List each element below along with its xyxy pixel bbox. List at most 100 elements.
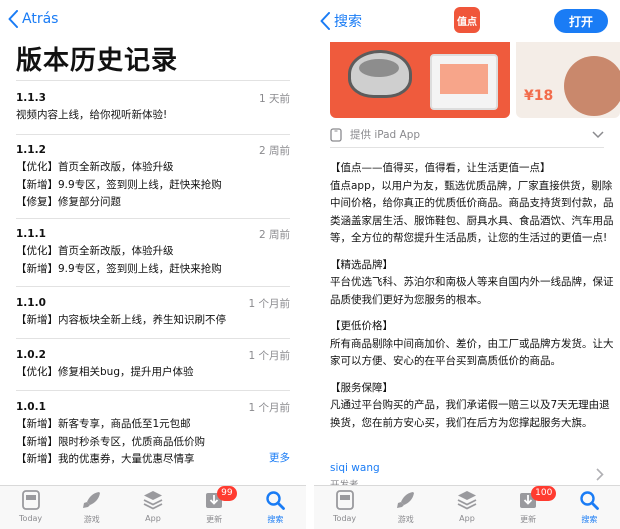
description-paragraph: 【精选品牌】 平台优选飞科、苏泊尔和南极人等来自国内外一线品牌，保证 品质使我们… [330,257,614,310]
version-note: 【优化】修复相关bug，提升用户体验 [16,366,194,378]
tab-label: 更新 [520,515,537,524]
developer-name: siqi wang [330,462,380,474]
description-line: 【值点——值得买，值得看，让生活更值一点】 [330,162,551,174]
description-line: 中间价格，给你真正的优质低价商品。商品支持货到付款，品 [330,197,614,209]
version-entry: 1.0.1 1 个月前 【新增】新客专享，商品低至1元包邮 【新增】限时秒杀专区，… [16,399,290,469]
more-link[interactable]: 更多 [269,450,290,465]
description-line: 【服务保障】 [330,381,393,394]
version-number: 1.1.1 [16,228,46,240]
updates-badge: 99 [217,486,237,501]
version-date: 2 周前 [258,228,290,241]
tab-today[interactable]: Today [321,489,369,523]
tab-apps[interactable]: App [129,489,177,523]
version-entry: 1.1.2 2 周前 【优化】首页全新改版，体验升级 【新增】9.9专区，签到则上… [16,142,290,212]
tab-label: App [145,514,161,523]
tab-games[interactable]: 游戏 [68,489,116,525]
divider [306,0,314,529]
version-entry: 1.1.0 1 个月前 【新增】内容板块全新上线，养生知识刷不停 [16,295,290,330]
tab-bar: Today 游戏 App 99 更新 搜索 [0,485,306,529]
version-note: 【优化】首页全新改版，体验升级 [16,245,174,257]
product-image [564,56,620,116]
version-history-panel: Atrás 版本历史记录 1.1.3 1 天前 视频内容上线，给你视听新体验! 1… [0,0,306,529]
price-label: ¥18 [524,88,554,104]
tab-search[interactable]: 搜索 [565,489,613,525]
version-entry: 1.0.2 1 个月前 【优化】修复相关bug，提升用户体验 [16,347,290,382]
page-title: 版本历史记录 [16,46,179,76]
version-number: 1.0.1 [16,401,46,413]
product-image [348,50,412,98]
description-line: 换货，您在前方安心买，我们在后方为您撑起服务大旗。 [330,416,593,429]
app-screenshot[interactable] [330,42,510,118]
layers-icon [457,491,477,510]
description-line: 凡通过平台购买的产品，我们承诺假一赔三以及7天无理由退 [330,399,610,411]
version-note: 【新增】内容板块全新上线，养生知识刷不停 [16,314,226,326]
description-paragraph: 【值点——值得买，值得看，让生活更值一点】 值点app，以用户为友，甄选优质品牌… [330,160,614,248]
today-icon [21,490,40,510]
tab-today[interactable]: Today [7,489,55,523]
screenshot-carousel[interactable]: ¥18 [330,42,620,118]
back-label: Atrás [22,11,59,27]
chevron-left-icon [8,10,18,28]
divider [16,134,290,135]
version-number: 1.1.3 [16,92,46,104]
app-screenshot[interactable]: ¥18 [516,42,620,118]
app-header: 搜索 值点 打开 [314,0,620,42]
ipad-app-row[interactable]: 提供 iPad App [330,122,604,148]
version-note: 【新增】9.9专区，签到则上线，赶快来抢购 [16,262,222,275]
version-number: 1.1.0 [16,297,46,309]
app-detail-panel: 搜索 值点 打开 ¥18 提供 iPad App 【值点——值得买，值得看，让生… [314,0,620,529]
version-note: 【修复】修复部分问题 [16,196,121,208]
version-date: 1 个月前 [248,401,290,414]
version-number: 1.0.2 [16,349,46,361]
version-entry: 1.1.1 2 周前 【优化】首页全新改版，体验升级 【新增】9.9专区，签到则上… [16,226,290,278]
description-line: 【更低价格】 [330,320,393,332]
divider [16,80,290,81]
tab-label: 更新 [206,515,223,524]
tab-search[interactable]: 搜索 [251,489,299,525]
version-entry: 1.1.3 1 天前 视频内容上线，给你视听新体验! [16,90,290,125]
tab-label: 搜索 [581,515,598,524]
divider [16,390,290,391]
open-button[interactable]: 打开 [554,9,608,33]
back-button[interactable]: Atrás [8,10,58,28]
version-note: 【新增】限时秒杀专区，优质商品低价购 [16,435,205,448]
search-icon [580,491,600,510]
description-line: 类涵盖家居生活、服饰鞋包、厨具水具、食品酒饮、汽车用品 [330,214,614,227]
back-label: 搜索 [334,14,362,30]
tab-label: Today [19,514,43,523]
description-line: 等，全方位的帮您提升生活品质，让您的生活过的更值一点! [330,232,608,244]
tab-games[interactable]: 游戏 [382,489,430,525]
description-line: 【精选品牌】 [330,258,393,271]
rocket-icon [396,492,414,508]
divider [16,338,290,339]
description-line: 平台优选飞科、苏泊尔和南极人等来自国内外一线品牌，保证 [330,276,614,288]
description-line: 家可以方便、安心的在平台买到高质低价的商品。 [330,355,561,367]
app-icon: 值点 [454,7,480,33]
description-line: 所有商品剔除中间商加价、差价，由工厂或品牌方发货。让大 [330,337,614,350]
tab-label: 搜索 [267,515,284,524]
tab-apps[interactable]: App [443,489,491,523]
ipad-label: 提供 iPad App [350,129,421,141]
description-line: 值点app，以用户为友，甄选优质品牌，厂家直接供货，剔除 [330,179,613,192]
product-image [430,54,498,110]
tab-label: 游戏 [397,515,414,524]
version-note: 【优化】首页全新改版，体验升级 [16,161,174,173]
app-description: 【值点——值得买，值得看，让生活更值一点】 值点app，以用户为友，甄选优质品牌… [330,160,614,441]
layers-icon [143,491,163,510]
search-icon [266,491,286,510]
version-note: 【新增】新客专享，商品低至1元包邮 [16,418,191,430]
tab-updates[interactable]: 100 更新 [504,486,557,525]
updates-badge: 100 [531,486,557,501]
divider [16,218,290,219]
description-paragraph: 【服务保障】 凡通过平台购买的产品，我们承诺假一赔三以及7天无理由退 换货，您在… [330,380,614,433]
back-button[interactable]: 搜索 [320,11,362,31]
description-paragraph: 【更低价格】 所有商品剔除中间商加价、差价，由工厂或品牌方发货。让大 家可以方便… [330,318,614,371]
chevron-left-icon [320,12,330,30]
version-note: 视频内容上线，给你视听新体验! [16,109,168,121]
chevron-down-icon [592,130,604,138]
iphone-icon [330,127,342,142]
tab-updates[interactable]: 99 更新 [190,486,238,525]
description-line: 品质使我们更好为您服务的根本。 [330,293,488,306]
tab-label: 游戏 [83,515,100,524]
version-number: 1.1.2 [16,144,46,156]
